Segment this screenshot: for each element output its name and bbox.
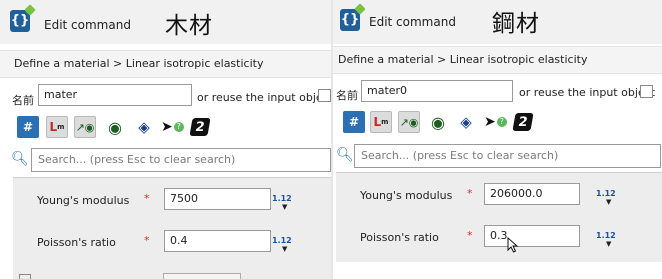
edit-command-app-icon: {} <box>10 4 36 32</box>
axes-eye-icon[interactable]: ↗◉ <box>74 116 96 138</box>
required-marker: * <box>144 234 150 247</box>
header-title: Edit command <box>369 15 456 29</box>
name-input[interactable]: mater0 <box>361 80 513 102</box>
poissons-ratio-input[interactable]: 0.4 <box>164 230 271 252</box>
axes-eye-icon[interactable]: ↗◉ <box>398 111 420 133</box>
poissons-ratio-label: Poisson's ratio <box>360 231 439 244</box>
youngs-modulus-input[interactable]: 7500 <box>164 188 271 210</box>
version-badge[interactable]: 1.12 ▼ <box>272 194 292 212</box>
hash-icon[interactable]: # <box>17 116 39 138</box>
cube-icon[interactable]: ◈ <box>455 111 477 133</box>
name-label: 名前 <box>12 94 34 107</box>
checkbox[interactable] <box>19 274 31 279</box>
reuse-label: or reuse the input object <box>197 91 331 104</box>
version-badge[interactable]: 1.12 ▼ <box>272 236 292 254</box>
version-badge[interactable]: 1.12 ▼ <box>596 231 616 249</box>
required-marker: * <box>467 229 473 242</box>
section-breadcrumb: Define a material > Linear isotropic ela… <box>0 50 331 78</box>
button[interactable] <box>163 273 241 279</box>
search-icon: 🔍︎ <box>336 147 354 163</box>
search-input[interactable]: Search... (press Esc to clear search) <box>31 148 331 172</box>
poissons-ratio-input[interactable]: 0.3 <box>484 225 580 247</box>
pointer-help-icon[interactable]: ➤? <box>161 116 184 138</box>
edit-command-app-icon: {} <box>340 3 366 31</box>
reuse-label: or reuse the input object <box>519 86 656 99</box>
eye-icon[interactable]: ◉ <box>427 111 449 133</box>
header-title: Edit command <box>44 18 131 32</box>
number-2-icon[interactable]: 2 <box>512 113 534 131</box>
axes-icon[interactable]: Lm <box>46 116 68 138</box>
search-icon: 🔍︎ <box>11 151 29 167</box>
material-caption: 鋼材 <box>492 11 540 37</box>
pointer-help-icon[interactable]: ➤? <box>484 111 507 133</box>
youngs-modulus-label: Young's modulus <box>37 194 130 207</box>
axes-icon[interactable]: Lm <box>370 111 392 133</box>
cube-icon[interactable]: ◈ <box>133 116 155 138</box>
reuse-checkbox[interactable] <box>318 89 331 102</box>
hash-icon[interactable]: # <box>343 111 365 133</box>
youngs-modulus-label: Young's modulus <box>360 189 453 202</box>
required-marker: * <box>467 187 473 200</box>
material-caption: 木材 <box>165 13 213 39</box>
version-badge[interactable]: 1.12 ▼ <box>596 189 616 207</box>
properties-area: Young's modulus * 7500 1.12 ▼ Poisson's r… <box>13 177 331 279</box>
panel-header: {} Edit command 鋼材 <box>333 0 662 44</box>
section-path: Define a material > Linear isotropic ela… <box>338 53 588 66</box>
section-breadcrumb: Define a material > Linear isotropic ela… <box>333 46 662 74</box>
properties-area: Young's modulus * 206000.0 1.12 ▼ Poisson… <box>336 172 662 262</box>
mouse-cursor-icon <box>507 237 519 253</box>
youngs-modulus-input[interactable]: 206000.0 <box>484 183 580 205</box>
name-input[interactable]: mater <box>38 84 192 106</box>
left-command-panel: {} Edit command 木材 Define a material > L… <box>0 0 331 279</box>
eye-icon[interactable]: ◉ <box>104 116 126 138</box>
name-label: 名前 <box>336 89 358 102</box>
required-marker: * <box>144 192 150 205</box>
panel-header: {} Edit command 木材 <box>0 0 331 44</box>
right-command-panel: {} Edit command 鋼材 Define a material > L… <box>333 0 662 262</box>
number-2-icon[interactable]: 2 <box>189 118 211 136</box>
section-path: Define a material > Linear isotropic ela… <box>14 57 264 70</box>
reuse-checkbox[interactable] <box>640 85 653 98</box>
search-input[interactable]: Search... (press Esc to clear search) <box>354 144 661 168</box>
poissons-ratio-label: Poisson's ratio <box>37 236 116 249</box>
